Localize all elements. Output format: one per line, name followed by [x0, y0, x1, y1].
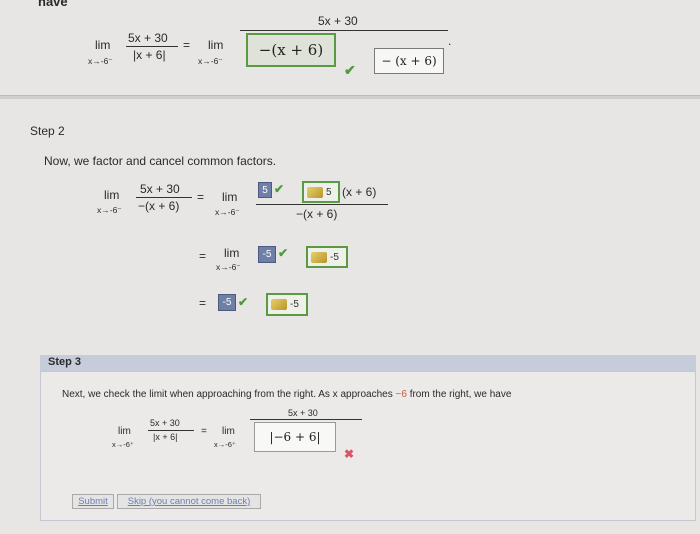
fraction-bar [126, 46, 178, 47]
step-3-instruction: Next, we check the limit when approachin… [62, 389, 511, 400]
equals-sign: = [199, 249, 207, 263]
equals-sign: = [197, 190, 205, 204]
check-icon: ✔ [344, 62, 356, 78]
limit-label: lim [224, 246, 240, 260]
check-icon: ✔ [274, 182, 285, 196]
denominator-box[interactable]: −(x + 6) [246, 33, 336, 67]
limit-subscript: x→-6⁺ [214, 440, 236, 449]
skip-button[interactable]: Skip (you cannot come back) [117, 494, 261, 509]
fraction-bar [136, 197, 192, 198]
fraction-numerator: 5x + 30 [128, 31, 168, 45]
step-2-instruction: Now, we factor and cancel common factors… [44, 154, 277, 168]
fraction-bar [148, 430, 194, 431]
rhs-denominator: −(x + 6) [296, 207, 338, 221]
limit-subscript: x→-6⁻ [97, 205, 122, 215]
limit-value-box[interactable]: -5 [258, 246, 276, 263]
factor-text: (x + 6) [342, 185, 377, 199]
limit-label: lim [118, 426, 131, 437]
period: . [448, 34, 452, 48]
fraction-denominator: |x + 6| [133, 48, 166, 62]
check-icon: ✔ [278, 246, 289, 260]
equals-sign: = [183, 38, 191, 52]
key-icon [271, 299, 287, 310]
fraction-numerator: 5x + 30 [150, 418, 180, 428]
limit-subscript: x→-6⁻ [198, 56, 223, 66]
limit-label: lim [222, 190, 238, 204]
limit-subscript: x→-6⁺ [112, 440, 134, 449]
limit-label: lim [95, 38, 111, 52]
numerator-factor-box[interactable]: 5 [258, 182, 272, 198]
result-value-box[interactable]: -5 [218, 294, 236, 311]
header-fragment: have [38, 0, 68, 9]
rhs-fraction-bar [240, 30, 448, 31]
fraction-denominator: −(x + 6) [138, 199, 180, 213]
rhs-numerator: 5x + 30 [318, 14, 358, 28]
limit-label: lim [208, 38, 224, 52]
fraction-denominator: |x + 6| [153, 432, 178, 442]
step-3-header-bar [40, 355, 696, 371]
correct-answer-box: 5 [302, 181, 340, 203]
key-icon [311, 251, 327, 263]
step-3-title: Step 3 [48, 356, 82, 368]
limit-subscript: x→-6⁻ [88, 56, 113, 66]
correct-answer-box: -5 [266, 293, 308, 316]
correct-answer-box: -5 [306, 246, 348, 268]
rhs-numerator: 5x + 30 [288, 408, 318, 418]
check-icon: ✔ [238, 295, 249, 309]
limit-label: lim [222, 426, 235, 437]
section-divider [0, 95, 700, 99]
instruction-value: −6 [395, 389, 407, 400]
fraction-numerator: 5x + 30 [140, 182, 180, 196]
equals-sign: = [201, 426, 207, 437]
rhs-fraction-bar [256, 204, 388, 205]
correct-answer-box: − (x + 6) [374, 48, 444, 74]
cross-icon: ✖ [344, 447, 355, 461]
denominator-input[interactable]: |−6 + 6| [254, 422, 336, 452]
step-2-title: Step 2 [30, 124, 65, 138]
answer-value: 5 [326, 186, 332, 198]
limit-subscript: x→-6⁻ [216, 262, 241, 272]
submit-button[interactable]: Submit [72, 494, 114, 509]
instruction-text-end: from the right, we have [409, 389, 512, 400]
answer-value: -5 [290, 299, 299, 310]
key-icon [307, 186, 323, 198]
limit-subscript: x→-6⁻ [215, 207, 240, 217]
rhs-fraction-bar [250, 419, 362, 420]
equals-sign: = [199, 296, 207, 310]
answer-value: -5 [330, 251, 339, 263]
limit-label: lim [104, 188, 120, 202]
instruction-text: Next, we check the limit when approachin… [62, 389, 393, 400]
